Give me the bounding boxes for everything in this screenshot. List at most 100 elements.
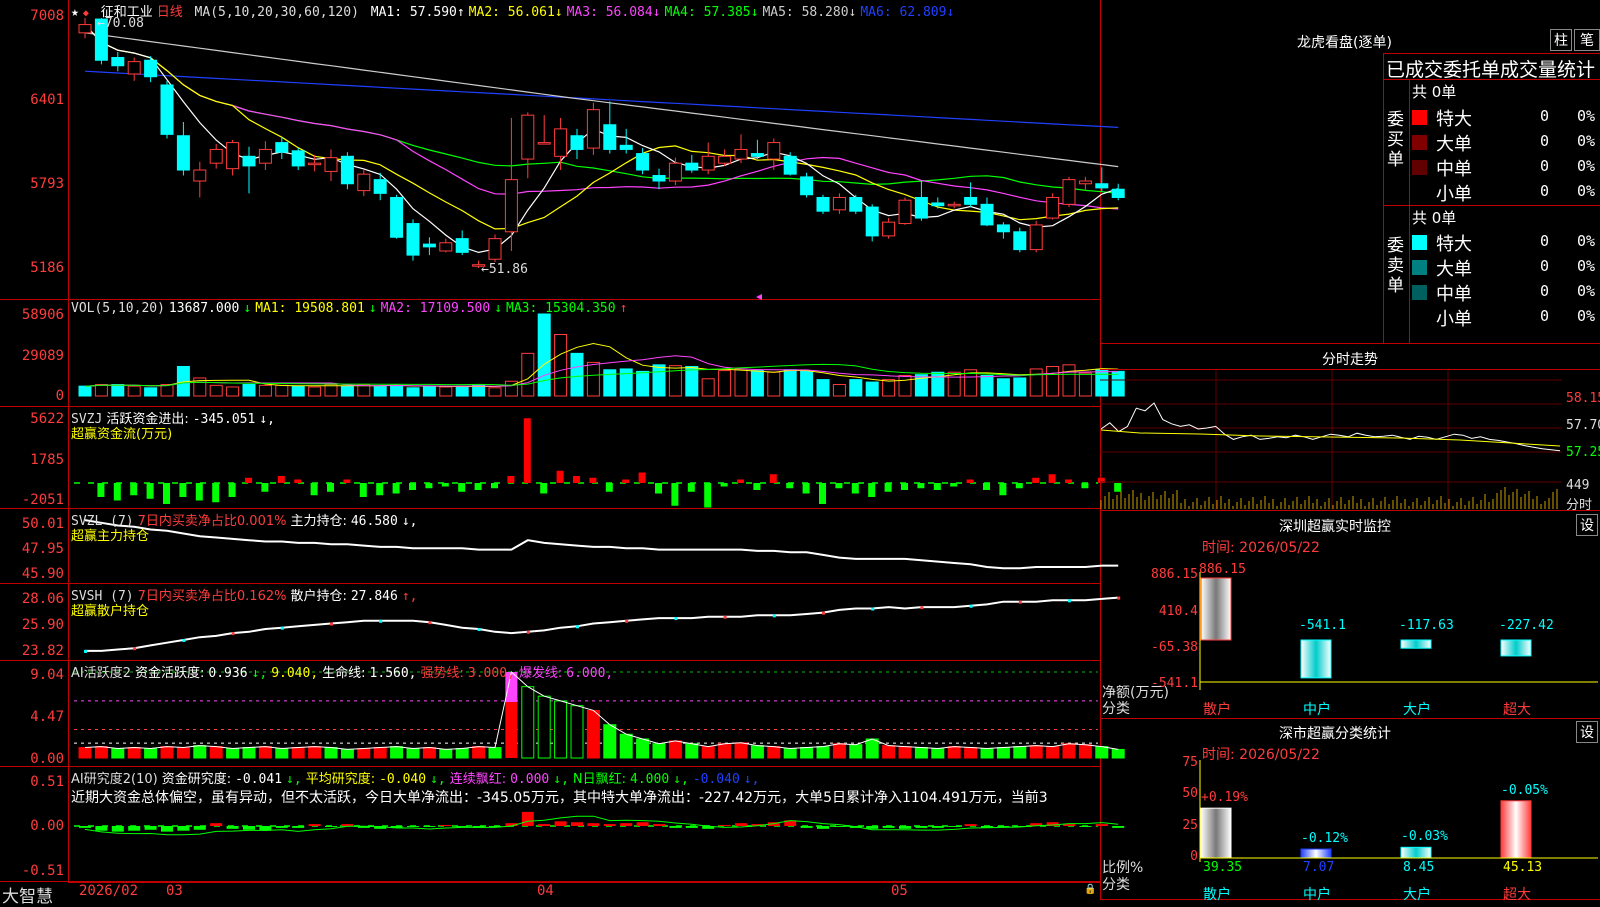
candle [570, 135, 584, 150]
ai2-bar [554, 821, 567, 826]
volume-bar [783, 369, 797, 397]
candle [1046, 196, 1060, 219]
svzj-bar [425, 483, 433, 489]
stats-value-label: 45.13 [1503, 860, 1543, 875]
ai2-bar [111, 826, 124, 832]
chart-canvas[interactable] [0, 0, 1600, 900]
svzj-bar [1048, 474, 1056, 483]
svzj-bar [884, 483, 892, 492]
ai2-bar [817, 826, 829, 829]
volume-bar [144, 387, 158, 397]
ai2-bar [439, 825, 452, 826]
candle [439, 242, 453, 252]
ai-bar [455, 747, 469, 759]
ai-bar [1046, 746, 1060, 759]
ai2-bar [636, 822, 649, 826]
monitor-xlabel: 分类 [1102, 701, 1130, 717]
tick-mode-button[interactable]: 笔 [1574, 29, 1600, 51]
volume-bar [94, 384, 108, 397]
svsh-dot [477, 628, 481, 632]
svzj-bar [310, 483, 318, 496]
svzj-bar [409, 483, 416, 490]
minute-price-tick: 57.25 [1566, 445, 1600, 460]
svsh-dot [822, 611, 825, 615]
stats-category: 散户 [1203, 887, 1231, 903]
svzj-bar [146, 483, 154, 499]
svsh-dot [625, 619, 629, 623]
stats-settings-button[interactable]: 设 [1576, 721, 1598, 743]
legend-swatch [1412, 110, 1427, 125]
row-pct: 0% [1577, 307, 1596, 325]
svzj-bar [113, 483, 121, 501]
candle [422, 243, 436, 248]
ai2-bar [210, 823, 223, 826]
candle [685, 162, 699, 171]
svzj-bar [950, 483, 958, 487]
low-marker: ←51.86 [481, 262, 528, 277]
ai-bar [668, 740, 682, 759]
ai2-bar [685, 826, 698, 828]
volume-bar [275, 384, 289, 397]
brand-label: 大智慧 [2, 887, 53, 907]
svzj-bar [835, 483, 843, 489]
candle [390, 196, 404, 238]
stats-tick: 50 [1182, 786, 1198, 801]
row-name: 小单 [1436, 309, 1472, 330]
volume-bar [849, 379, 863, 397]
candle [160, 84, 174, 135]
svzj-bar [737, 479, 744, 483]
svsh-dot [182, 638, 186, 642]
ai-bar [1013, 746, 1027, 759]
ai-bar [947, 746, 961, 759]
ai2-bar [653, 824, 665, 826]
ai-bar [865, 738, 879, 759]
candle [406, 223, 420, 256]
candle [357, 173, 371, 192]
star-icon[interactable]: ★ [71, 5, 79, 20]
monitor-settings-button[interactable]: 设 [1576, 514, 1598, 536]
period-label[interactable]: 日线 [157, 5, 183, 20]
ai2-bar [521, 811, 534, 826]
ai2-bar [866, 826, 879, 829]
candle [767, 142, 781, 160]
ai2-bar [620, 823, 633, 826]
volume-bar [898, 375, 912, 397]
flag-icon[interactable]: ◆ [83, 8, 89, 19]
volume-bar [554, 334, 568, 397]
minute-vol-tick: 449 [1566, 478, 1590, 493]
candle [931, 202, 945, 207]
row-pct: 0% [1577, 182, 1596, 200]
candle [127, 61, 141, 75]
dragon-title: 龙虎看盘(逐单) [1297, 35, 1392, 51]
ai-bar [406, 747, 420, 759]
divider [1409, 79, 1410, 343]
bar-mode-button[interactable]: 柱 [1550, 29, 1572, 51]
high-marker: ←70.08 [97, 16, 144, 31]
stats-change-label: +0.19% [1201, 790, 1248, 806]
svzj-bar [655, 483, 662, 494]
ai-bar [472, 746, 486, 759]
svzj-bar [359, 483, 367, 497]
row-count: 0 [1540, 257, 1550, 275]
svzj-bar [228, 483, 236, 497]
svzj-bar [868, 483, 876, 497]
candle [78, 24, 92, 34]
candle [718, 155, 732, 164]
volume-bar [291, 385, 305, 397]
ai-bar [521, 686, 535, 759]
row-pct: 0% [1577, 107, 1596, 125]
volume-bar [701, 378, 715, 397]
ai-bar [980, 747, 994, 759]
volume-bar [357, 384, 371, 397]
ai2-bar [669, 826, 682, 828]
monitor-category: 散户 [1203, 702, 1231, 718]
buy-total: 共 0单 [1412, 83, 1457, 101]
svsh-dot [920, 606, 924, 610]
vol-header: VOL(5,10,20) 13687.000 ↓ MA1: 19508.801 ↓ MA2… [71, 301, 628, 316]
ai2-bar [882, 826, 895, 828]
lock-icon[interactable]: 🔒 [1084, 884, 1096, 895]
stats-tick: 0 [1190, 849, 1198, 864]
ai-bar [78, 747, 92, 759]
ai-bar [898, 746, 912, 759]
ai2-bar [948, 826, 961, 827]
